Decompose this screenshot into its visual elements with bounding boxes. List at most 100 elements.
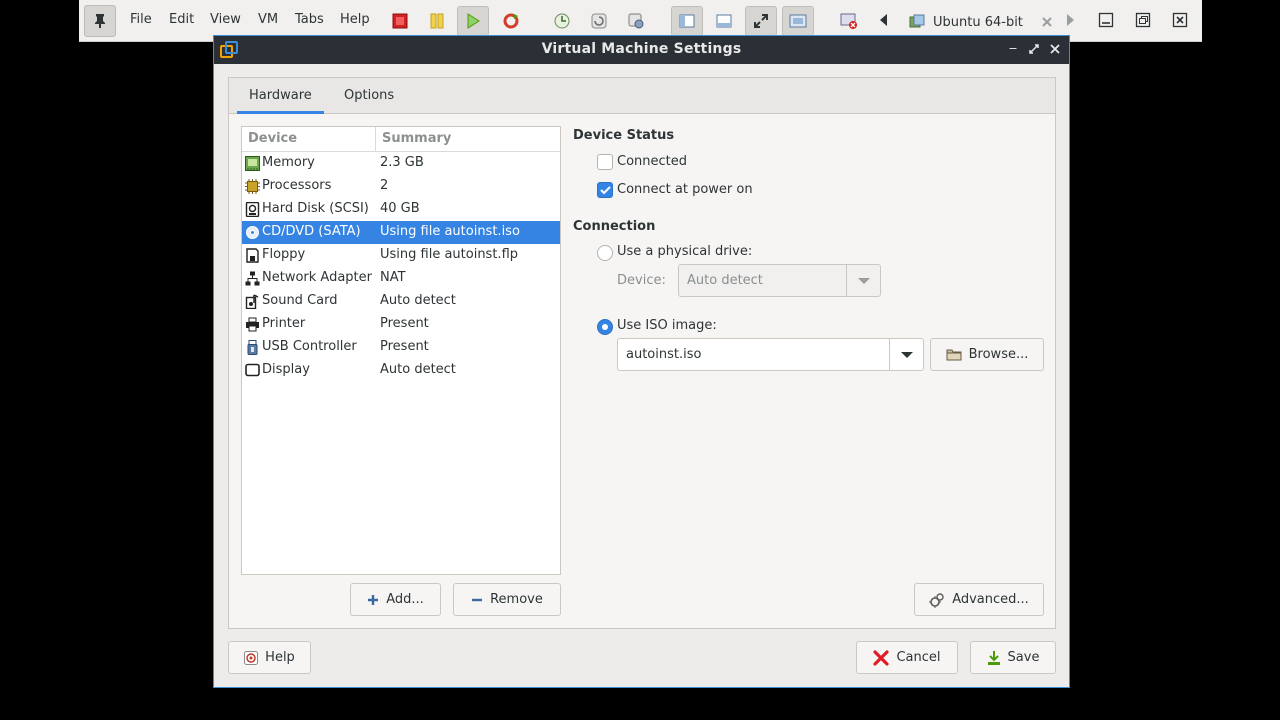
menu-help[interactable]: Help [340,12,370,27]
device-row-display[interactable]: Display Auto detect [242,359,560,382]
connected-checkbox[interactable] [597,154,613,170]
cancel-icon [873,649,890,666]
dialog-titlebar[interactable]: Virtual Machine Settings ‒ [214,36,1069,64]
snapshot-manager-button[interactable] [620,6,652,36]
menu-file[interactable]: File [130,12,152,27]
pin-toolbar-button[interactable] [84,5,116,37]
device-row-memory[interactable]: Memory 2.3 GB [242,152,560,175]
physical-drive-radio[interactable] [597,245,613,261]
iso-path-value[interactable]: autoinst.iso [626,347,701,362]
remove-device-button[interactable]: Remove [453,583,561,616]
help-button[interactable]: Help [228,641,311,674]
device-select-label: Device: [617,273,666,288]
physical-device-combo[interactable]: Auto detect [678,264,881,297]
snapshot-manager-icon [628,13,644,29]
vm-settings-dialog: Virtual Machine Settings ‒ Hardware Opti… [213,35,1070,688]
connected-label[interactable]: Connected [617,154,687,169]
console-close-icon [840,13,857,29]
power-on-button[interactable] [457,6,489,36]
tab-strip: Hardware Options [229,78,1055,114]
gears-icon [929,592,944,608]
reset-button[interactable] [495,6,527,36]
usb-icon [247,340,258,355]
restore-window-button[interactable] [1134,11,1152,29]
sidebar-icon [679,14,695,28]
processor-icon [245,179,260,194]
vm-tab-label: Ubuntu 64-bit [933,14,1023,30]
connect-at-power-on-label[interactable]: Connect at power on [617,182,753,197]
tab-scroll-right-icon[interactable] [1067,14,1074,26]
floppy-icon [246,248,259,263]
physical-device-value: Auto detect [687,273,763,288]
cd-dvd-icon [246,226,259,239]
tab-hardware[interactable]: Hardware [237,78,324,114]
fullscreen-icon [754,14,768,28]
memory-icon [245,156,260,171]
connection-heading: Connection [573,219,656,234]
connect-at-power-on-checkbox[interactable] [597,182,613,198]
vm-icon [909,14,925,28]
show-library-button[interactable] [671,6,703,36]
device-row-hard-disk[interactable]: Hard Disk (SCSI) 40 GB [242,198,560,221]
device-list-header: Device Summary [242,127,560,152]
tab-scroll-left-icon[interactable] [880,14,887,26]
play-icon [467,13,480,29]
hard-disk-icon [245,202,260,217]
plus-icon [368,594,379,605]
revert-snapshot-button[interactable] [583,6,615,36]
menu-tabs[interactable]: Tabs [295,12,324,27]
minimize-window-button[interactable] [1097,11,1115,29]
chevron-down-icon[interactable] [889,339,923,370]
menu-view[interactable]: View [210,12,241,27]
sound-icon [245,294,259,309]
save-icon [987,650,1000,665]
save-button[interactable]: Save [970,641,1056,674]
physical-drive-label[interactable]: Use a physical drive: [617,244,752,259]
column-header-summary[interactable]: Summary [382,131,451,146]
device-row-network-adapter[interactable]: Network Adapter NAT [242,267,560,290]
unity-button[interactable] [782,6,814,36]
menu-edit[interactable]: Edit [169,12,194,27]
close-window-button[interactable] [1171,11,1189,29]
browse-button[interactable]: Browse... [930,338,1044,371]
minus-icon [472,598,483,601]
close-icon [1172,12,1188,28]
dialog-close-icon[interactable] [1047,41,1063,57]
suspend-button[interactable] [421,6,453,36]
printer-icon [246,317,259,332]
tab-options[interactable]: Options [332,78,406,114]
thumbnail-bar-icon [716,14,732,28]
device-row-usb-controller[interactable]: USB Controller Present [242,336,560,359]
device-row-floppy[interactable]: Floppy Using file autoinst.flp [242,244,560,267]
checkmark-icon [600,186,611,195]
dialog-maximize-icon[interactable] [1026,41,1042,57]
show-thumbnail-bar-button[interactable] [708,6,740,36]
snapshot-button[interactable] [546,6,578,36]
device-row-printer[interactable]: Printer Present [242,313,560,336]
add-device-button[interactable]: Add... [350,583,441,616]
iso-path-combo[interactable]: autoinst.iso [617,338,924,371]
device-row-cd-dvd[interactable]: CD/DVD (SATA) Using file autoinst.iso [242,221,560,244]
revert-icon [591,13,607,29]
display-icon [245,363,260,377]
pin-icon [95,14,105,28]
iso-image-radio[interactable] [597,319,613,335]
power-off-button[interactable] [384,6,416,36]
menu-vm[interactable]: VM [258,12,278,27]
cancel-button[interactable]: Cancel [856,641,958,674]
close-tab-icon[interactable] [1041,16,1053,28]
help-icon [244,650,259,665]
full-screen-button[interactable] [745,6,777,36]
network-icon [245,271,260,286]
iso-image-label[interactable]: Use ISO image: [617,318,717,333]
dialog-minimize-icon[interactable]: ‒ [1005,41,1021,57]
device-row-sound-card[interactable]: Sound Card Auto detect [242,290,560,313]
column-header-device[interactable]: Device [248,131,297,146]
console-view-button[interactable] [833,6,865,36]
device-row-processors[interactable]: Processors 2 [242,175,560,198]
folder-icon [946,349,962,361]
stop-icon [392,13,408,29]
advanced-button[interactable]: Advanced... [914,583,1044,616]
device-list[interactable]: Device Summary Memory 2.3 GB Processors … [241,126,561,575]
unity-icon [789,14,807,28]
